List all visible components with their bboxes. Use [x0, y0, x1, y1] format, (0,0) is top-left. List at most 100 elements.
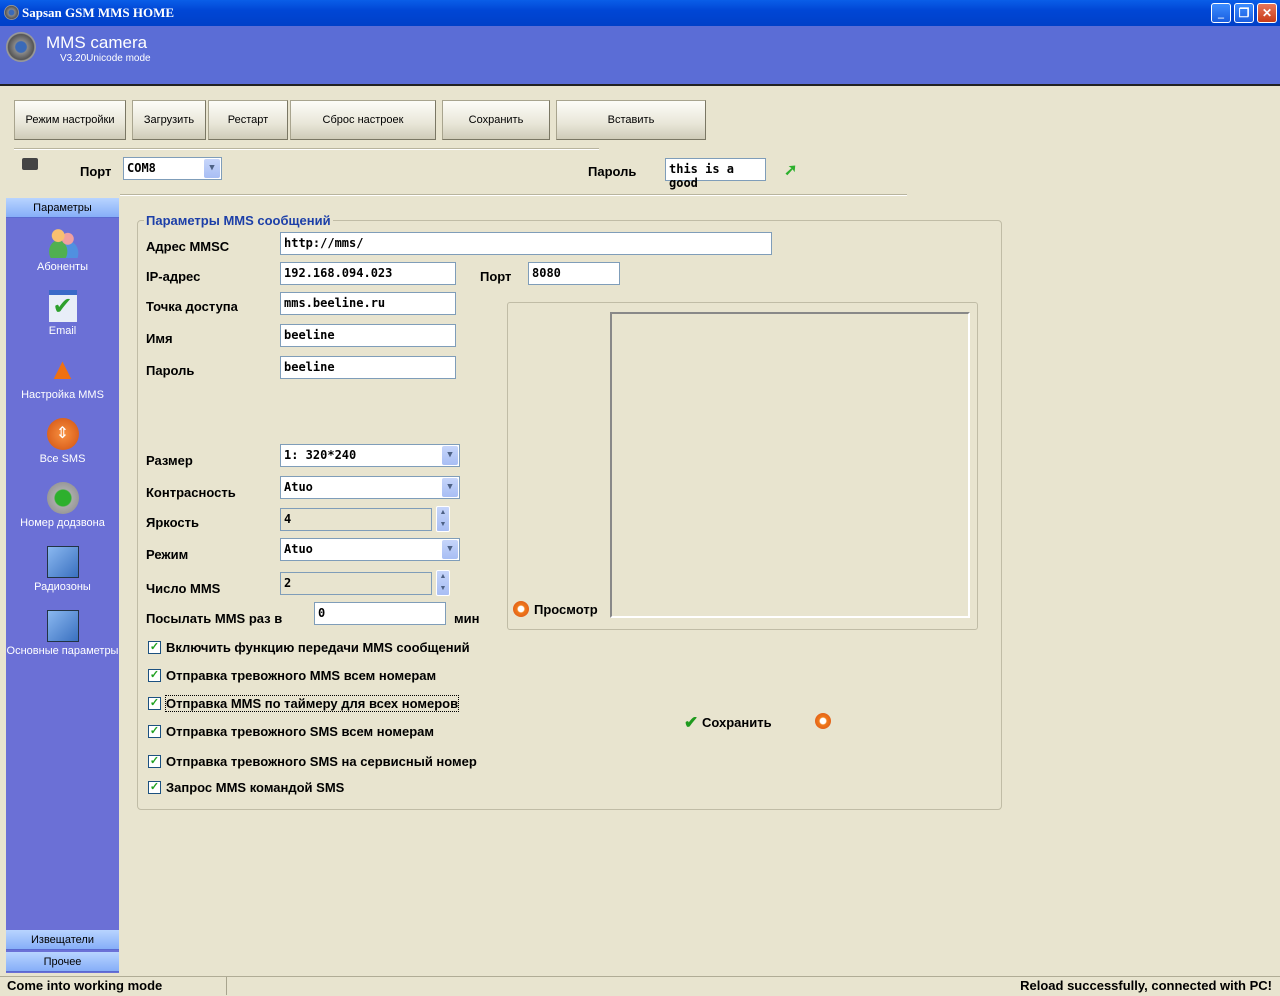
connect-plug-icon[interactable] — [22, 158, 38, 170]
mms-port-input[interactable]: 8080 — [528, 262, 620, 285]
sidebar-item-all-sms[interactable]: ⇕ Все SMS — [6, 418, 119, 465]
interval-label: Посылать MMS раз в — [146, 611, 283, 626]
mode-select[interactable]: Atuo ▼ — [280, 538, 460, 561]
app-icon — [4, 5, 19, 20]
preview-button[interactable]: Просмотр — [534, 602, 598, 617]
monitor-gear-icon — [46, 546, 79, 578]
setup-mode-button[interactable]: Режим настройки — [14, 100, 126, 140]
mode-label: Режим — [146, 547, 189, 562]
mms-count-label: Число MMS — [146, 581, 221, 596]
sidebar-item-radio-zones[interactable]: Радиозоны — [6, 546, 119, 593]
apn-input[interactable]: mms.beeline.ru — [280, 292, 456, 315]
paste-button[interactable]: Вставить — [556, 100, 706, 140]
checkbox-label: Отправка MMS по таймеру для всех номеров — [164, 695, 460, 712]
checkbox-label: Включить функцию передачи MMS сообщений — [166, 640, 470, 655]
mode-value: Atuo — [284, 542, 313, 556]
checkbox-box[interactable]: ✓ — [148, 697, 161, 710]
mmsc-label: Адрес MMSC — [146, 239, 230, 254]
restore-button[interactable]: ❐ — [1234, 3, 1254, 23]
reset-settings-button[interactable]: Сброс настроек — [290, 100, 436, 140]
sidebar-header-parameters[interactable]: Параметры — [6, 198, 119, 218]
chevron-down-icon[interactable]: ▼ — [442, 446, 458, 465]
checkbox-label: Отправка тревожного SMS на сервисный ном… — [166, 754, 477, 769]
contrast-select[interactable]: Atuo ▼ — [280, 476, 460, 499]
refresh-icon[interactable] — [513, 601, 529, 617]
restart-button[interactable]: Рестарт — [208, 100, 288, 140]
password-input[interactable]: this is a good — [665, 158, 766, 190]
sidebar-item-label: Основные параметры — [6, 645, 119, 657]
size-label: Размер — [146, 453, 193, 468]
mms-password-input[interactable]: beeline — [280, 356, 456, 379]
status-divider — [226, 977, 227, 995]
size-select[interactable]: 1: 320*240 ▼ — [280, 444, 460, 467]
sidebar-item-callback-number[interactable]: Номер додзвона — [6, 482, 119, 529]
mms-count-spinner[interactable]: ▲ ▼ — [436, 570, 450, 596]
sidebar-item-label: Настройка MMS — [21, 389, 104, 401]
close-button[interactable]: ✕ — [1257, 3, 1277, 23]
minimize-button[interactable]: _ — [1211, 3, 1231, 23]
mmsc-input[interactable]: http://mms/ — [280, 232, 772, 255]
save-form-button[interactable]: Сохранить — [702, 715, 772, 730]
sidebar-item-label: Все SMS — [39, 453, 86, 465]
sidebar-item-label: Номер додзвона — [20, 517, 105, 529]
sidebar-section-other[interactable]: Прочее — [6, 952, 119, 972]
checkbox-box[interactable]: ✓ — [148, 755, 161, 768]
checkbox-box[interactable]: ✓ — [148, 669, 161, 682]
password-label: Пароль — [588, 164, 637, 179]
sidebar-section-detectors[interactable]: Извещатели — [6, 930, 119, 950]
sidebar-item-main-parameters[interactable]: Основные параметры — [6, 610, 119, 657]
checkbox-box[interactable]: ✓ — [148, 781, 161, 794]
contrast-value: Atuo — [284, 480, 313, 494]
load-button[interactable]: Загрузить — [132, 100, 206, 140]
mms-password-label: Пароль — [146, 363, 195, 378]
size-value: 1: 320*240 — [284, 448, 357, 462]
mms-count-input[interactable]: 2 — [280, 572, 432, 595]
interval-unit: мин — [454, 611, 480, 626]
app-name: MMS camera — [46, 33, 148, 52]
divider — [14, 148, 599, 150]
brightness-input[interactable]: 4 — [280, 508, 432, 531]
group-title: Параметры MMS сообщений — [144, 213, 333, 228]
monitor-gear-icon — [46, 610, 79, 642]
gear-refresh-icon — [46, 482, 79, 514]
status-right: Reload successfully, connected with PC! — [1020, 978, 1272, 993]
chevron-down-icon[interactable]: ▼ — [442, 478, 458, 497]
port-value: COM8 — [127, 161, 156, 175]
checkmark-icon: ✔ — [684, 713, 699, 732]
sidebar-item-label: Email — [48, 325, 77, 337]
sidebar-item-subscribers[interactable]: Абоненты — [6, 226, 119, 273]
sidebar: Параметры Абоненты ✔ Email ▲ Настройка MMS… — [6, 198, 119, 973]
app-version: V3.20Unicode mode — [60, 53, 151, 64]
arrows-icon: ⇕ — [46, 418, 79, 450]
window-title: Sapsan GSM MMS HOME — [22, 5, 175, 20]
name-label: Имя — [146, 331, 173, 346]
email-check-icon: ✔ — [48, 290, 77, 322]
port-label: Порт — [80, 164, 112, 179]
port-select[interactable]: COM8 ▼ — [123, 157, 222, 180]
interval-input[interactable]: 0 — [314, 602, 446, 625]
app-header: MMS camera V3.20Unicode mode — [0, 26, 1280, 86]
title-bar: Sapsan GSM MMS HOME _ ❐ ✕ — [0, 0, 1280, 26]
chevron-down-icon[interactable]: ▼ — [442, 540, 458, 559]
refresh-icon[interactable] — [815, 713, 831, 729]
sidebar-item-label: Радиозоны — [34, 581, 91, 593]
status-left: Come into working mode — [7, 978, 163, 993]
brightness-spinner[interactable]: ▲ ▼ — [436, 506, 450, 532]
ip-label: IP-адрес — [146, 269, 201, 284]
users-icon — [46, 226, 79, 258]
status-bar: Come into working mode Reload successful… — [0, 976, 1280, 996]
ip-input[interactable]: 192.168.094.023 — [280, 262, 456, 285]
save-toolbar-button[interactable]: Сохранить — [442, 100, 550, 140]
arrow-connect-icon[interactable]: ➚ — [784, 160, 797, 180]
checkbox-label: Запрос MMS командой SMS — [166, 780, 345, 795]
chevron-down-icon[interactable]: ▼ — [204, 159, 220, 178]
apn-label: Точка доступа — [146, 299, 238, 314]
mms-port-label: Порт — [480, 269, 512, 284]
name-input[interactable]: beeline — [280, 324, 456, 347]
preview-image-area — [610, 312, 970, 618]
sidebar-item-mms-settings[interactable]: ▲ Настройка MMS — [6, 354, 119, 402]
checkbox-box[interactable]: ✓ — [148, 725, 161, 738]
sidebar-item-email[interactable]: ✔ Email — [6, 290, 119, 337]
checkbox-box[interactable]: ✓ — [148, 641, 161, 654]
contrast-label: Контрасность — [146, 485, 236, 500]
